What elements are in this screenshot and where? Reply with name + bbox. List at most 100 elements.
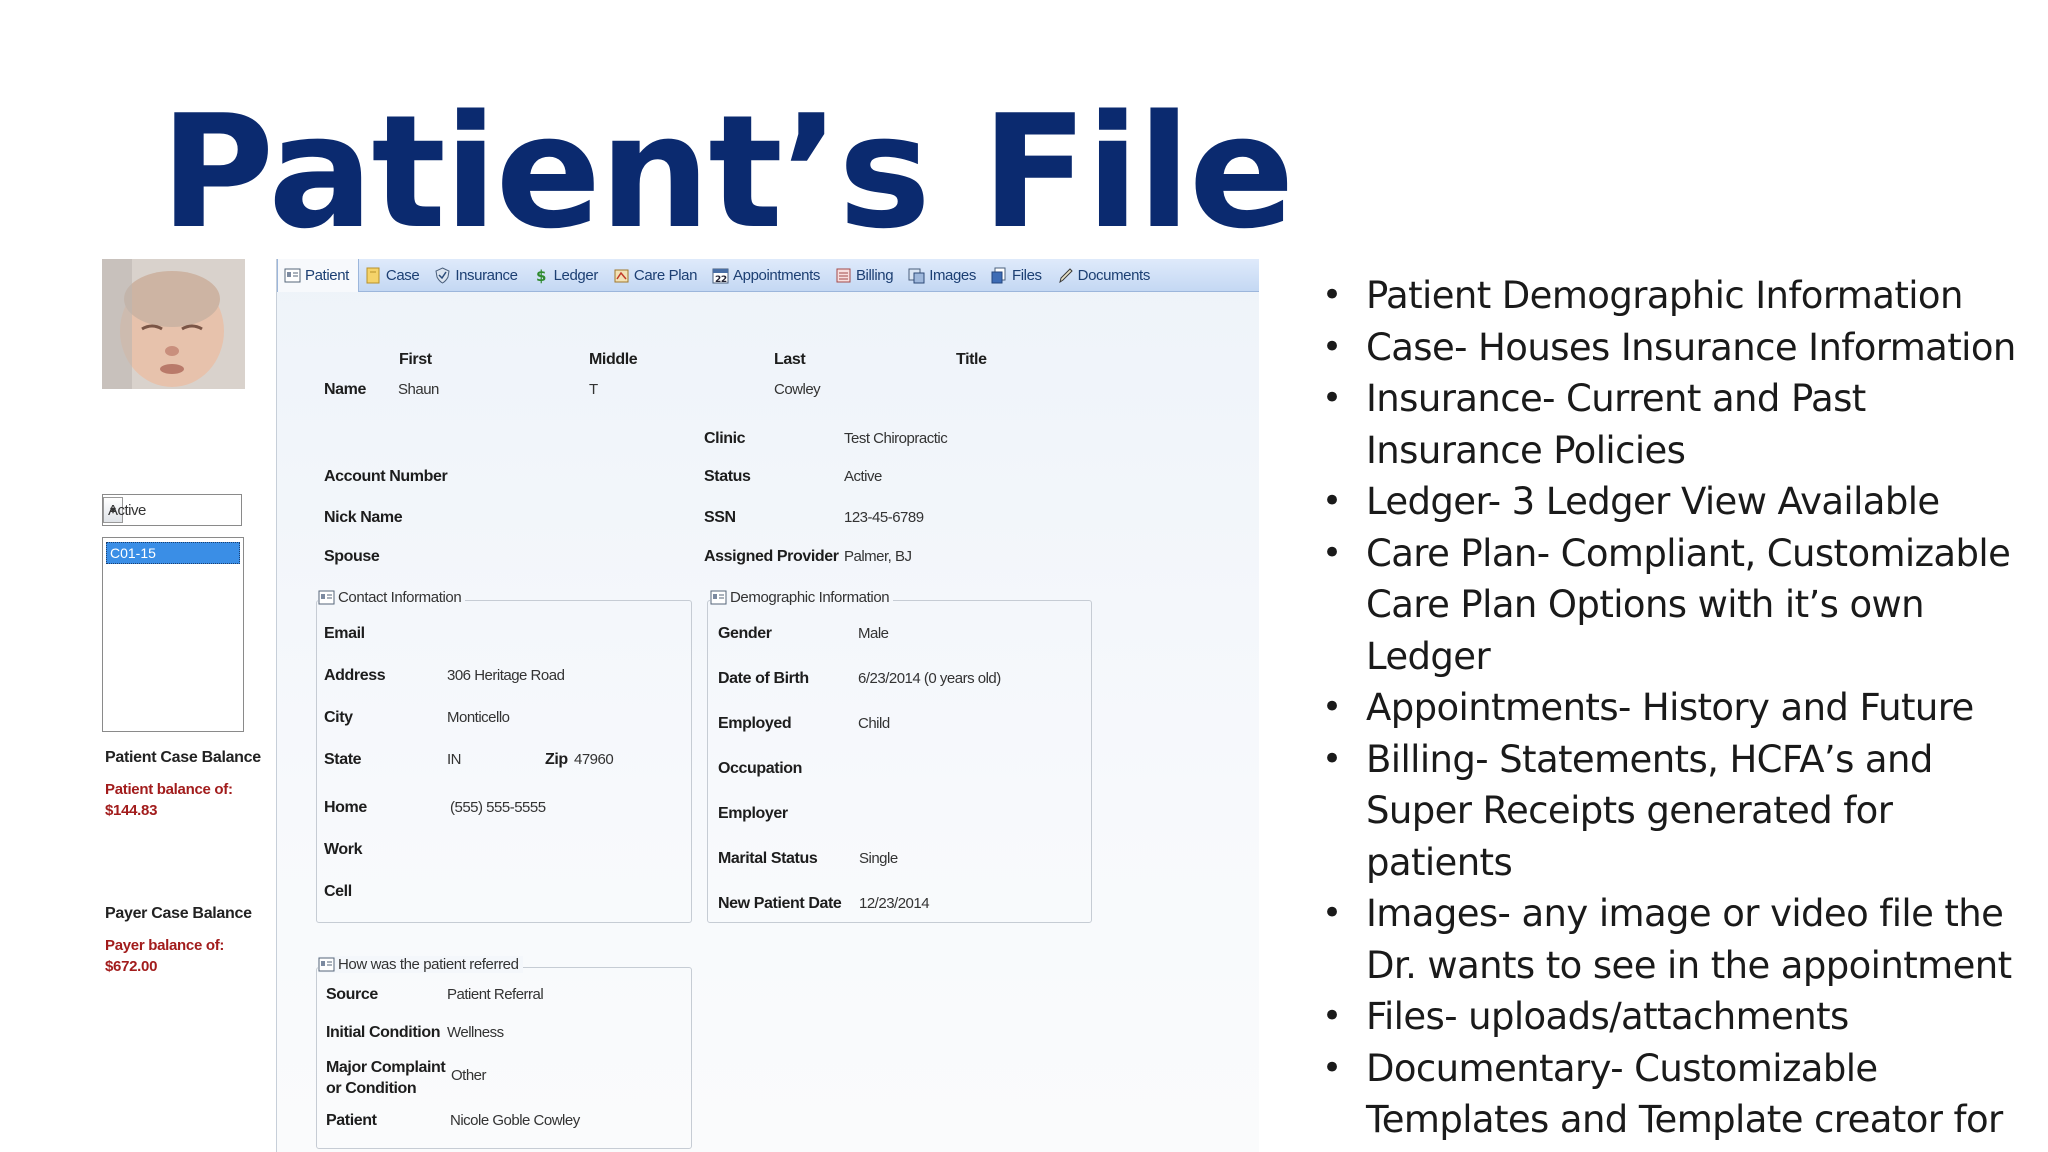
ssn-value[interactable]: 123-45-6789 (844, 509, 924, 526)
case-list[interactable]: C01-15 (102, 537, 244, 732)
employed-label: Employed (718, 715, 792, 732)
nick-name-label: Nick Name (324, 509, 403, 526)
employed-value[interactable]: Child (858, 715, 890, 732)
home-phone-label: Home (324, 799, 367, 816)
tab-documents[interactable]: Documents (1051, 259, 1159, 291)
tab-images[interactable]: Images (902, 259, 985, 291)
referring-patient-value[interactable]: Nicole Goble Cowley (450, 1112, 580, 1129)
tab-label: Appointments (733, 266, 820, 284)
files-icon (991, 267, 1008, 284)
folder-icon (365, 267, 382, 284)
bullet-item: Case- Houses Insurance Information (1322, 322, 2022, 374)
source-value[interactable]: Patient Referral (447, 986, 544, 1003)
case-status-select[interactable]: Active ▾ (102, 494, 242, 526)
tab-case[interactable]: Case (359, 259, 428, 291)
zip-label: Zip (545, 751, 568, 768)
tab-label: Documents (1077, 266, 1151, 284)
care-plan-icon (613, 267, 630, 284)
payer-balance-amount: $672.00 (105, 958, 158, 975)
bullet-item: Appointments- History and Future (1322, 682, 2022, 734)
slide-title: Patient’s File (160, 81, 1295, 263)
clinic-value[interactable]: Test Chiropractic (844, 430, 948, 447)
assigned-provider-label: Assigned Provider (704, 548, 839, 565)
images-icon (908, 267, 925, 284)
new-patient-date-value[interactable]: 12/23/2014 (859, 895, 930, 912)
bullet-item: Images- any image or video file the Dr. … (1322, 888, 2022, 991)
tab-label: Insurance (455, 266, 518, 284)
ssn-label: SSN (704, 509, 736, 526)
patient-file-panel: Patient Case Insurance $ Ledger Care Pla… (276, 258, 1259, 1152)
clinic-label: Clinic (704, 430, 746, 447)
zip-value[interactable]: 47960 (574, 751, 614, 768)
employer-label: Employer (718, 805, 788, 822)
city-value[interactable]: Monticello (447, 709, 510, 726)
account-number-label: Account Number (324, 468, 448, 485)
tab-files[interactable]: Files (985, 259, 1051, 291)
demographic-card-icon (710, 590, 727, 605)
contact-information-label: Contact Information (338, 589, 462, 606)
dollar-icon: $ (533, 267, 550, 284)
tab-appointments[interactable]: 22 Appointments (706, 259, 829, 291)
referral-title: How was the patient referred (318, 956, 523, 973)
feature-bullet-list: Patient Demographic Information Case- Ho… (1322, 270, 2022, 1152)
bullet-item: Insurance- Current and Past Insurance Po… (1322, 373, 2022, 476)
gender-label: Gender (718, 625, 772, 642)
first-name-header: First (399, 351, 432, 368)
payer-case-balance-label: Payer Case Balance (105, 905, 252, 922)
major-complaint-value[interactable]: Other (451, 1067, 487, 1084)
referring-patient-label: Patient (326, 1112, 377, 1129)
pen-icon (1057, 267, 1074, 284)
state-label: State (324, 751, 362, 768)
gender-value[interactable]: Male (858, 625, 889, 642)
contact-card-icon (318, 590, 335, 605)
tab-billing[interactable]: Billing (829, 259, 902, 291)
marital-status-label: Marital Status (718, 850, 818, 867)
date-of-birth-value[interactable]: 6/23/2014 (0 years old) (858, 670, 1001, 687)
state-value[interactable]: IN (447, 751, 462, 768)
marital-status-value[interactable]: Single (859, 850, 898, 867)
calendar-icon: 22 (712, 267, 729, 284)
title-header: Title (956, 351, 987, 368)
tab-patient[interactable]: Patient (277, 258, 359, 292)
tab-care-plan[interactable]: Care Plan (607, 259, 706, 291)
tab-ledger[interactable]: $ Ledger (527, 259, 607, 291)
referral-card-icon (318, 957, 335, 972)
bullet-item: Ledger- 3 Ledger View Available (1322, 476, 2022, 528)
tab-label: Ledger (553, 266, 599, 284)
payer-balance-line: Payer balance of: (105, 937, 225, 954)
middle-name-value[interactable]: T (589, 381, 598, 398)
assigned-provider-value[interactable]: Palmer, BJ (844, 548, 912, 565)
address-value[interactable]: 306 Heritage Road (447, 667, 565, 684)
new-patient-date-label: New Patient Date (718, 895, 842, 912)
case-status-value: Active (108, 501, 146, 519)
tab-bar: Patient Case Insurance $ Ledger Care Pla… (277, 258, 1259, 292)
case-list-item[interactable]: C01-15 (106, 542, 240, 564)
tab-label: Billing (855, 266, 894, 284)
or-condition-label: or Condition (326, 1080, 417, 1097)
bullet-item: Documentary- Customizable Templates and … (1322, 1043, 2022, 1152)
work-phone-label: Work (324, 841, 363, 858)
tab-label: Files (1011, 266, 1042, 284)
patient-balance-line: Patient balance of: (105, 781, 233, 798)
demographic-information-label: Demographic Information (730, 589, 890, 606)
shield-icon (434, 266, 451, 284)
tab-label: Case (385, 266, 420, 284)
city-label: City (324, 709, 353, 726)
last-name-value[interactable]: Cowley (774, 381, 821, 398)
bullet-item: Files- uploads/attachments (1322, 991, 2022, 1043)
bullet-item: Care Plan- Compliant, Customizable Care … (1322, 528, 2022, 683)
initial-condition-label: Initial Condition (326, 1024, 441, 1041)
tab-label: Images (929, 266, 976, 284)
tab-insurance[interactable]: Insurance (428, 259, 526, 291)
name-label: Name (324, 381, 366, 398)
email-label: Email (324, 625, 365, 642)
tab-label: Patient (305, 266, 349, 284)
source-label: Source (326, 986, 378, 1003)
cell-phone-label: Cell (324, 883, 352, 900)
middle-name-header: Middle (589, 351, 638, 368)
first-name-value[interactable]: Shaun (398, 381, 439, 398)
home-phone-value[interactable]: (555) 555-5555 (450, 799, 546, 816)
patient-case-balance-label: Patient Case Balance (105, 749, 261, 766)
initial-condition-value[interactable]: Wellness (447, 1024, 504, 1041)
status-value[interactable]: Active (844, 468, 882, 485)
